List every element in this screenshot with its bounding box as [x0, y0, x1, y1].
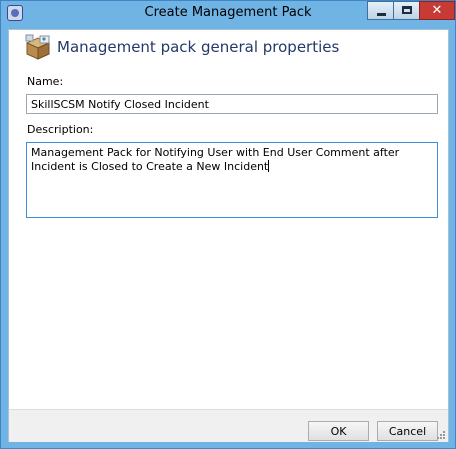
page-header: Management pack general properties: [9, 30, 448, 64]
maximize-icon: [402, 6, 412, 14]
close-icon: ✕: [431, 3, 443, 18]
section-title: Management pack general properties: [57, 38, 340, 56]
minimize-icon: [377, 13, 386, 16]
cancel-button[interactable]: Cancel: [377, 421, 438, 441]
name-field[interactable]: [26, 94, 438, 114]
description-label: Description:: [27, 123, 94, 136]
name-label: Name:: [27, 75, 64, 88]
resize-grip-icon[interactable]: [436, 430, 446, 440]
ok-button[interactable]: OK: [308, 421, 369, 441]
title-bar[interactable]: Create Management Pack ✕: [1, 1, 455, 28]
dialog-window: Create Management Pack ✕ Management pack…: [0, 0, 456, 449]
minimize-button[interactable]: [367, 1, 394, 20]
management-pack-icon: [25, 34, 51, 60]
maximize-button[interactable]: [393, 1, 420, 20]
close-button[interactable]: ✕: [419, 1, 455, 20]
description-field[interactable]: Management Pack for Notifying User with …: [26, 142, 438, 218]
dialog-body: Management pack general properties Name:…: [8, 29, 449, 442]
button-bar: OK Cancel: [9, 409, 448, 442]
description-text: Management Pack for Notifying User with …: [31, 146, 403, 173]
text-caret: [268, 160, 270, 172]
